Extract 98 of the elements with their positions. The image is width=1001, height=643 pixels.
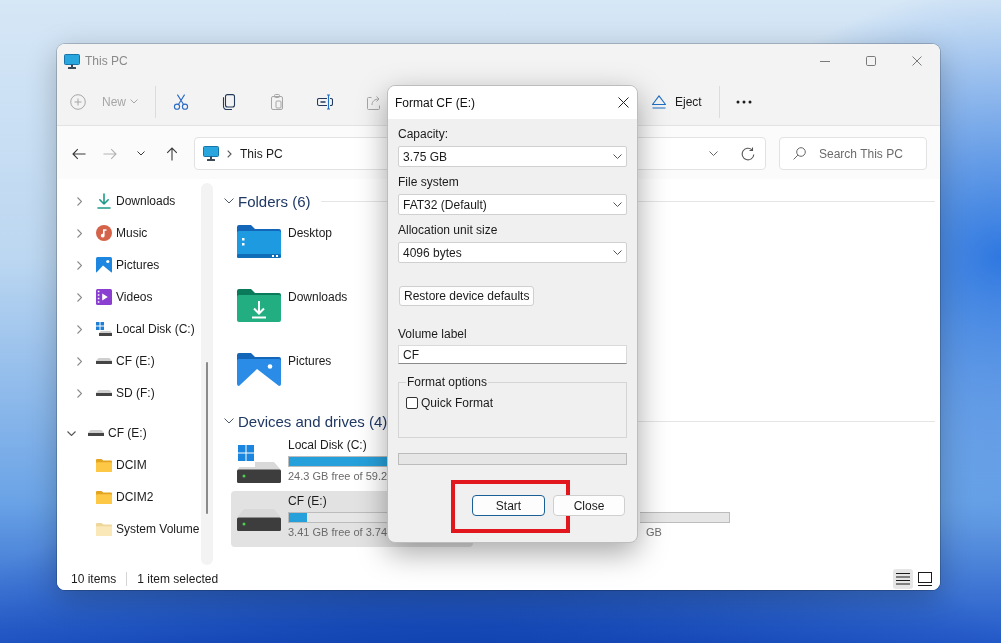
free-space-text: GB	[646, 525, 663, 540]
plus-circle-icon	[70, 93, 86, 110]
chevron-down-icon[interactable]	[66, 430, 76, 436]
dialog-title: Format CF (E:)	[395, 95, 475, 110]
scrollbar[interactable]	[201, 183, 213, 565]
sidebar-item[interactable]: CF (E:)	[88, 423, 147, 443]
item-count: 10 items	[71, 571, 117, 586]
breadcrumb-item[interactable]: This PC	[240, 146, 283, 161]
video-icon	[96, 289, 112, 305]
chevron-down-icon	[613, 202, 622, 207]
drive-icon	[96, 390, 112, 396]
maximize-icon	[866, 56, 876, 66]
minimize-icon	[820, 60, 830, 62]
system-drive-icon	[237, 445, 281, 483]
free-space-text: 24.3 GB free of 59.2	[288, 469, 389, 484]
folder-tile[interactable]: Downloads	[231, 281, 348, 337]
up-arrow-icon	[165, 146, 178, 161]
picture-icon	[96, 257, 112, 273]
dropdown-field[interactable]: FAT32 (Default)	[398, 194, 627, 215]
clipboard-icon	[269, 93, 285, 110]
search-icon	[793, 147, 806, 160]
details-view-button[interactable]	[893, 568, 913, 589]
music-note-icon	[96, 225, 112, 241]
close-icon	[912, 56, 922, 66]
sidebar-item[interactable]: DCIM2	[96, 487, 154, 507]
drive-name: CF (E:)	[288, 493, 328, 509]
sidebar-item[interactable]: Local Disk (C:)	[96, 319, 195, 339]
dialog-button[interactable]: Close	[553, 495, 625, 516]
field-label: Allocation unit size	[398, 222, 499, 238]
drive-name: Local Disk (C:)	[288, 437, 368, 453]
folder-icon	[96, 458, 112, 472]
caret-down-icon	[130, 99, 138, 104]
free-space-text: 3.41 GB free of 3.74	[288, 525, 389, 540]
sidebar-item[interactable]: Pictures	[96, 255, 160, 275]
more-icon	[735, 99, 752, 104]
large-icon-view-icon	[918, 571, 932, 586]
chevron-down-icon[interactable]	[224, 198, 234, 204]
monitor-icon	[64, 53, 80, 69]
sidebar-item[interactable]: CF (E:)	[96, 351, 155, 371]
refresh-icon[interactable]	[741, 146, 755, 161]
eject-icon	[651, 94, 667, 109]
share-icon	[365, 93, 381, 110]
field-label: Volume label	[398, 326, 468, 342]
drive-icon	[88, 430, 104, 436]
sidebar-item[interactable]: SD (F:)	[96, 383, 155, 403]
chevron-right-icon[interactable]	[76, 196, 82, 206]
download-folder-icon	[237, 289, 281, 322]
forward-arrow-icon	[102, 147, 117, 160]
chevron-right-icon	[227, 149, 232, 158]
scissors-icon	[173, 93, 189, 110]
faded-folder-icon	[96, 522, 112, 536]
list-icon	[896, 572, 910, 585]
field-label: File system	[398, 174, 460, 190]
search-field[interactable]: Search This PC	[779, 137, 927, 170]
selection-count: 1 item selected	[137, 571, 219, 586]
chevron-right-icon[interactable]	[76, 228, 82, 238]
system-drive-icon	[96, 322, 112, 336]
group-heading: Folders (6)	[238, 192, 311, 210]
chevron-right-icon[interactable]	[76, 388, 82, 398]
chevron-down-icon[interactable]	[224, 418, 234, 424]
copy-icon	[221, 93, 237, 110]
sidebar-item[interactable]: DCIM	[96, 455, 147, 475]
chevron-down-icon	[613, 250, 622, 255]
sidebar-item[interactable]: Videos	[96, 287, 153, 307]
monitor-icon	[203, 146, 219, 161]
dropdown-field[interactable]: 4096 bytes	[398, 242, 627, 263]
dropdown-field[interactable]: 3.75 GB	[398, 146, 627, 167]
folder-tile[interactable]: Desktop	[231, 217, 333, 273]
picture-folder-icon	[237, 353, 281, 386]
checkbox[interactable]	[406, 397, 418, 409]
chevron-down-icon	[613, 154, 622, 159]
sidebar-item[interactable]: System Volume	[96, 519, 200, 539]
restore-defaults-button[interactable]: Restore device defaults	[399, 286, 535, 306]
scrollbar-thumb[interactable]	[206, 362, 208, 514]
drive-icon	[237, 509, 281, 531]
chevron-down-icon[interactable]	[709, 151, 718, 156]
close-icon	[617, 97, 629, 108]
window-title: This PC	[85, 54, 128, 68]
chevron-right-icon[interactable]	[76, 292, 82, 302]
group-label: Format options	[406, 374, 489, 390]
dialog-button[interactable]: Start	[472, 495, 545, 516]
eject-button[interactable]: Eject	[643, 85, 710, 118]
folder-icon	[96, 490, 112, 504]
chevron-down-icon	[136, 151, 145, 156]
sidebar-item[interactable]: Music	[96, 223, 148, 243]
chevron-right-icon[interactable]	[76, 260, 82, 270]
sidebar-item[interactable]: Downloads	[96, 191, 176, 211]
desktop-folder-icon	[237, 225, 281, 258]
group-heading: Devices and drives (4)	[238, 412, 388, 430]
chevron-right-icon[interactable]	[76, 356, 82, 366]
checkbox-label[interactable]: Quick Format	[421, 396, 493, 410]
text-field[interactable]: CF	[398, 345, 627, 364]
back-arrow-icon	[71, 147, 86, 160]
download-icon	[97, 193, 111, 209]
chevron-right-icon[interactable]	[76, 324, 82, 334]
drive-icon	[96, 358, 112, 364]
rename-icon	[317, 93, 333, 110]
folder-tile[interactable]: Pictures	[231, 345, 332, 401]
